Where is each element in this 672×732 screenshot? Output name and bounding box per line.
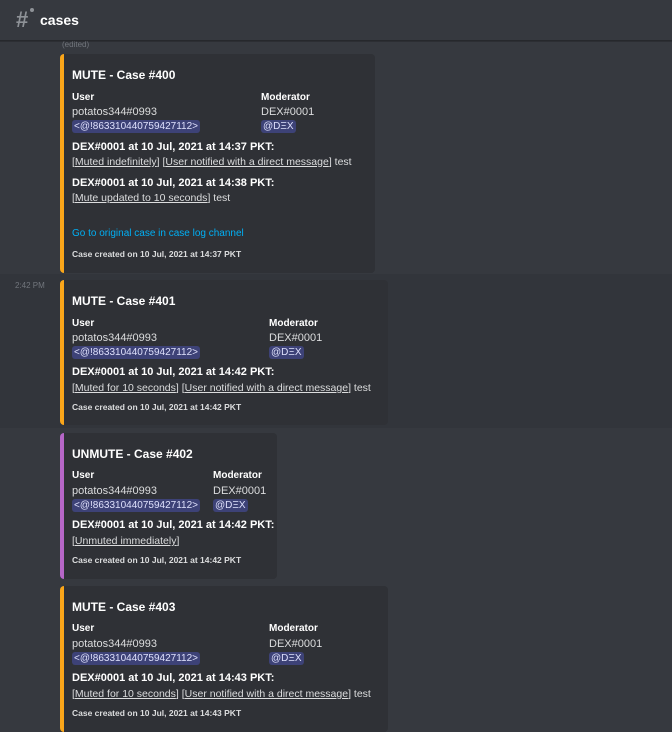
entry-header: DEX#0001 at 10 Jul, 2021 at 14:37 PKT: [72,141,275,153]
moderator-field-label: Moderator [213,470,262,481]
message-timestamp[interactable]: 2:42 PM [15,281,45,290]
hashtag-thread-icon: # [16,7,35,31]
case-embed-402: UNMUTE - Case #402 User potatos344#0993 … [60,433,277,579]
user-field-label: User [72,470,95,481]
entry-tag: Muted indefinitely [74,156,157,168]
user-field-value: potatos344#0993 [72,485,158,497]
original-case-link[interactable]: Go to original case in case log channel [72,228,244,239]
entry-body: [Muted for 10 seconds] [User notified wi… [72,382,371,394]
moderator-mention[interactable]: @DΞX [261,120,296,133]
case-embed-401: MUTE - Case #401 User potatos344#0993 <@… [60,280,388,425]
moderator-mention[interactable]: @DΞX [213,499,248,512]
entry-tag: User notified with a direct message [184,382,349,394]
embed-title: MUTE - Case #401 [72,294,176,308]
user-field-label: User [72,318,95,329]
user-field-label: User [72,92,95,103]
embed-footer: Case created on 10 Jul, 2021 at 14:42 PK… [72,555,242,565]
channel-header: # cases [0,0,672,41]
embed-title: MUTE - Case #403 [72,600,176,614]
user-mention[interactable]: <@!863310440759427112> [72,652,200,665]
moderator-field-value: DEX#0001 [213,485,267,497]
user-field-label: User [72,623,95,634]
edited-label: (edited) [62,40,90,49]
entry-body: [Muted indefinitely] [User notified with… [72,156,352,168]
moderator-field-value: DEX#0001 [269,332,323,344]
entry-body: [Mute updated to 10 seconds] test [72,192,231,204]
moderator-mention[interactable]: @DΞX [269,652,304,665]
embed-footer: Case created on 10 Jul, 2021 at 14:42 PK… [72,402,242,412]
user-field-value: potatos344#0993 [72,332,158,344]
moderator-mention[interactable]: @DΞX [269,346,304,359]
case-embed-403: MUTE - Case #403 User potatos344#0993 <@… [60,586,388,732]
entry-header: DEX#0001 at 10 Jul, 2021 at 14:43 PKT: [72,672,275,684]
entry-header: DEX#0001 at 10 Jul, 2021 at 14:38 PKT: [72,177,275,189]
moderator-field-label: Moderator [269,318,318,329]
entry-note: test [334,156,352,168]
entry-note: test [353,688,371,700]
embed-footer: Case created on 10 Jul, 2021 at 14:43 PK… [72,708,242,718]
moderator-field-label: Moderator [261,92,310,103]
embed-title: MUTE - Case #400 [72,68,176,82]
user-mention[interactable]: <@!863310440759427112> [72,346,200,359]
entry-body: [Unmuted immediately] [72,535,180,547]
entry-tag: User notified with a direct message [165,156,329,168]
entry-tag: Muted for 10 seconds [74,382,176,394]
entry-tag: Muted for 10 seconds [74,688,176,700]
entry-tag: Mute updated to 10 seconds [74,192,208,204]
entry-tag: User notified with a direct message [184,688,349,700]
entry-header: DEX#0001 at 10 Jul, 2021 at 14:42 PKT: [72,366,275,378]
user-field-value: potatos344#0993 [72,106,158,118]
entry-note: test [213,192,231,204]
entry-tag: Unmuted immediately [74,535,177,547]
channel-name: cases [40,12,79,28]
moderator-field-value: DEX#0001 [269,638,323,650]
case-embed-400: MUTE - Case #400 User potatos344#0993 <@… [60,54,375,273]
user-mention[interactable]: <@!863310440759427112> [72,120,200,133]
embed-title: UNMUTE - Case #402 [72,447,193,461]
entry-body: [Muted for 10 seconds] [User notified wi… [72,688,371,700]
moderator-field-label: Moderator [269,623,318,634]
user-field-value: potatos344#0993 [72,638,158,650]
entry-note: test [353,382,371,394]
entry-header: DEX#0001 at 10 Jul, 2021 at 14:42 PKT: [72,519,275,531]
embed-footer: Case created on 10 Jul, 2021 at 14:37 PK… [72,249,242,259]
moderator-field-value: DEX#0001 [261,106,315,118]
user-mention[interactable]: <@!863310440759427112> [72,499,200,512]
